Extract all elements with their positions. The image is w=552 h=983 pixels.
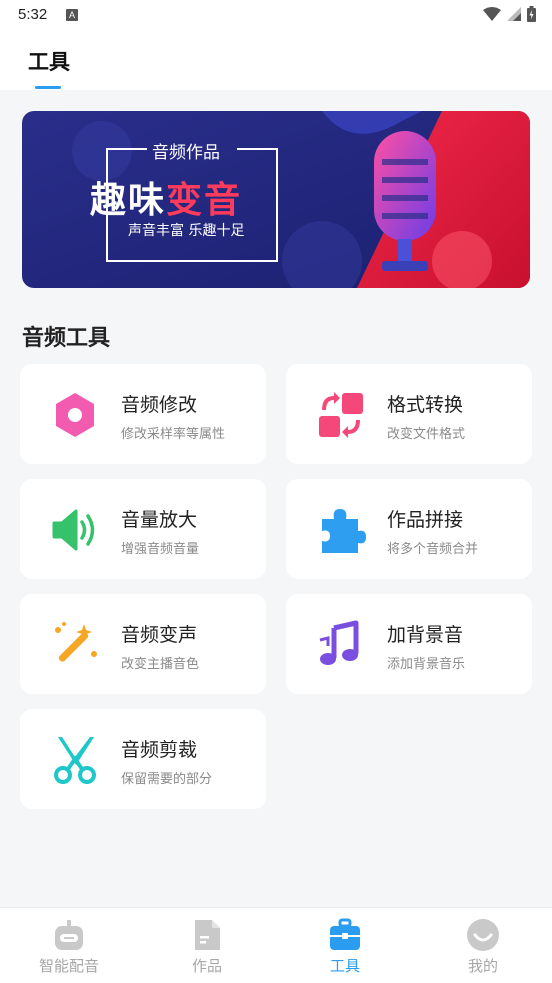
banner-title-part1: 趣味 (90, 180, 167, 221)
signal-icon (507, 7, 521, 21)
battery-icon (527, 6, 536, 22)
nav-label: 作品 (191, 957, 222, 975)
tool-card-voice-change[interactable]: 音频变声 改变主播音色 (20, 594, 266, 694)
card-desc: 改变文件格式 (387, 427, 466, 442)
scissors-icon (54, 737, 96, 784)
card-desc: 增强音频音量 (121, 542, 200, 557)
card-desc: 将多个音频合并 (387, 542, 479, 557)
banner-small-title: 音频作品 (152, 143, 220, 163)
card-title: 音频变声 (121, 624, 198, 646)
banner-title: 趣味变音 (90, 171, 242, 223)
magic-wand-icon (55, 622, 97, 662)
card-title: 音频剪裁 (121, 739, 198, 761)
card-desc: 修改采样率等属性 (121, 427, 226, 442)
notification-icon: A (66, 9, 78, 21)
tab-indicator (35, 86, 61, 89)
banner[interactable]: 音频作品 趣味变音 声音丰富 乐趣十足 (22, 111, 530, 288)
status-icons (483, 6, 536, 22)
tool-card-audio-trim[interactable]: 音频剪裁 保留需要的部分 (20, 709, 266, 809)
nav-item-works[interactable]: 作品 (138, 908, 276, 983)
tool-card-format-convert[interactable]: 格式转换 改变文件格式 (286, 364, 532, 464)
bottom-nav: 智能配音 作品 工具 我的 (0, 907, 552, 983)
card-title: 格式转换 (387, 394, 464, 416)
card-desc: 添加背景音乐 (387, 657, 466, 672)
robot-icon (55, 920, 83, 950)
card-title: 加背景音 (387, 624, 464, 646)
tool-card-audio-edit[interactable]: 音频修改 修改采样率等属性 (20, 364, 266, 464)
status-time: 5:32 (18, 6, 48, 23)
card-title: 音量放大 (121, 509, 198, 531)
convert-icon (319, 392, 363, 438)
document-icon (195, 920, 220, 950)
banner-title-part2: 变音 (166, 180, 243, 221)
nav-item-smart-dubbing[interactable]: 智能配音 (0, 908, 138, 983)
profile-icon (467, 919, 499, 951)
banner-subtitle: 声音丰富 乐趣十足 (128, 223, 245, 239)
nav-item-profile[interactable]: 我的 (414, 908, 552, 983)
page-title: 工具 (28, 50, 70, 74)
section-title: 音频工具 (22, 326, 111, 351)
wifi-icon (483, 7, 501, 21)
tool-card-background-music[interactable]: 加背景音 添加背景音乐 (286, 594, 532, 694)
nav-item-tools[interactable]: 工具 (276, 908, 414, 983)
card-desc: 保留需要的部分 (121, 772, 213, 787)
hexagon-icon (56, 393, 94, 437)
toolbox-icon (330, 918, 360, 950)
tool-card-volume-boost[interactable]: 音量放大 增强音频音量 (20, 479, 266, 579)
nav-label: 智能配音 (38, 957, 99, 975)
speaker-icon (52, 509, 95, 551)
nav-label: 工具 (329, 957, 360, 975)
card-title: 音频修改 (121, 394, 198, 416)
header: 工具 (0, 32, 552, 90)
tool-card-merge[interactable]: 作品拼接 将多个音频合并 (286, 479, 532, 579)
card-desc: 改变主播音色 (121, 657, 200, 672)
card-title: 作品拼接 (387, 509, 464, 531)
status-bar: 5:32 A (0, 0, 552, 32)
music-note-icon (319, 620, 359, 665)
nav-label: 我的 (467, 957, 498, 975)
puzzle-icon (322, 509, 366, 553)
